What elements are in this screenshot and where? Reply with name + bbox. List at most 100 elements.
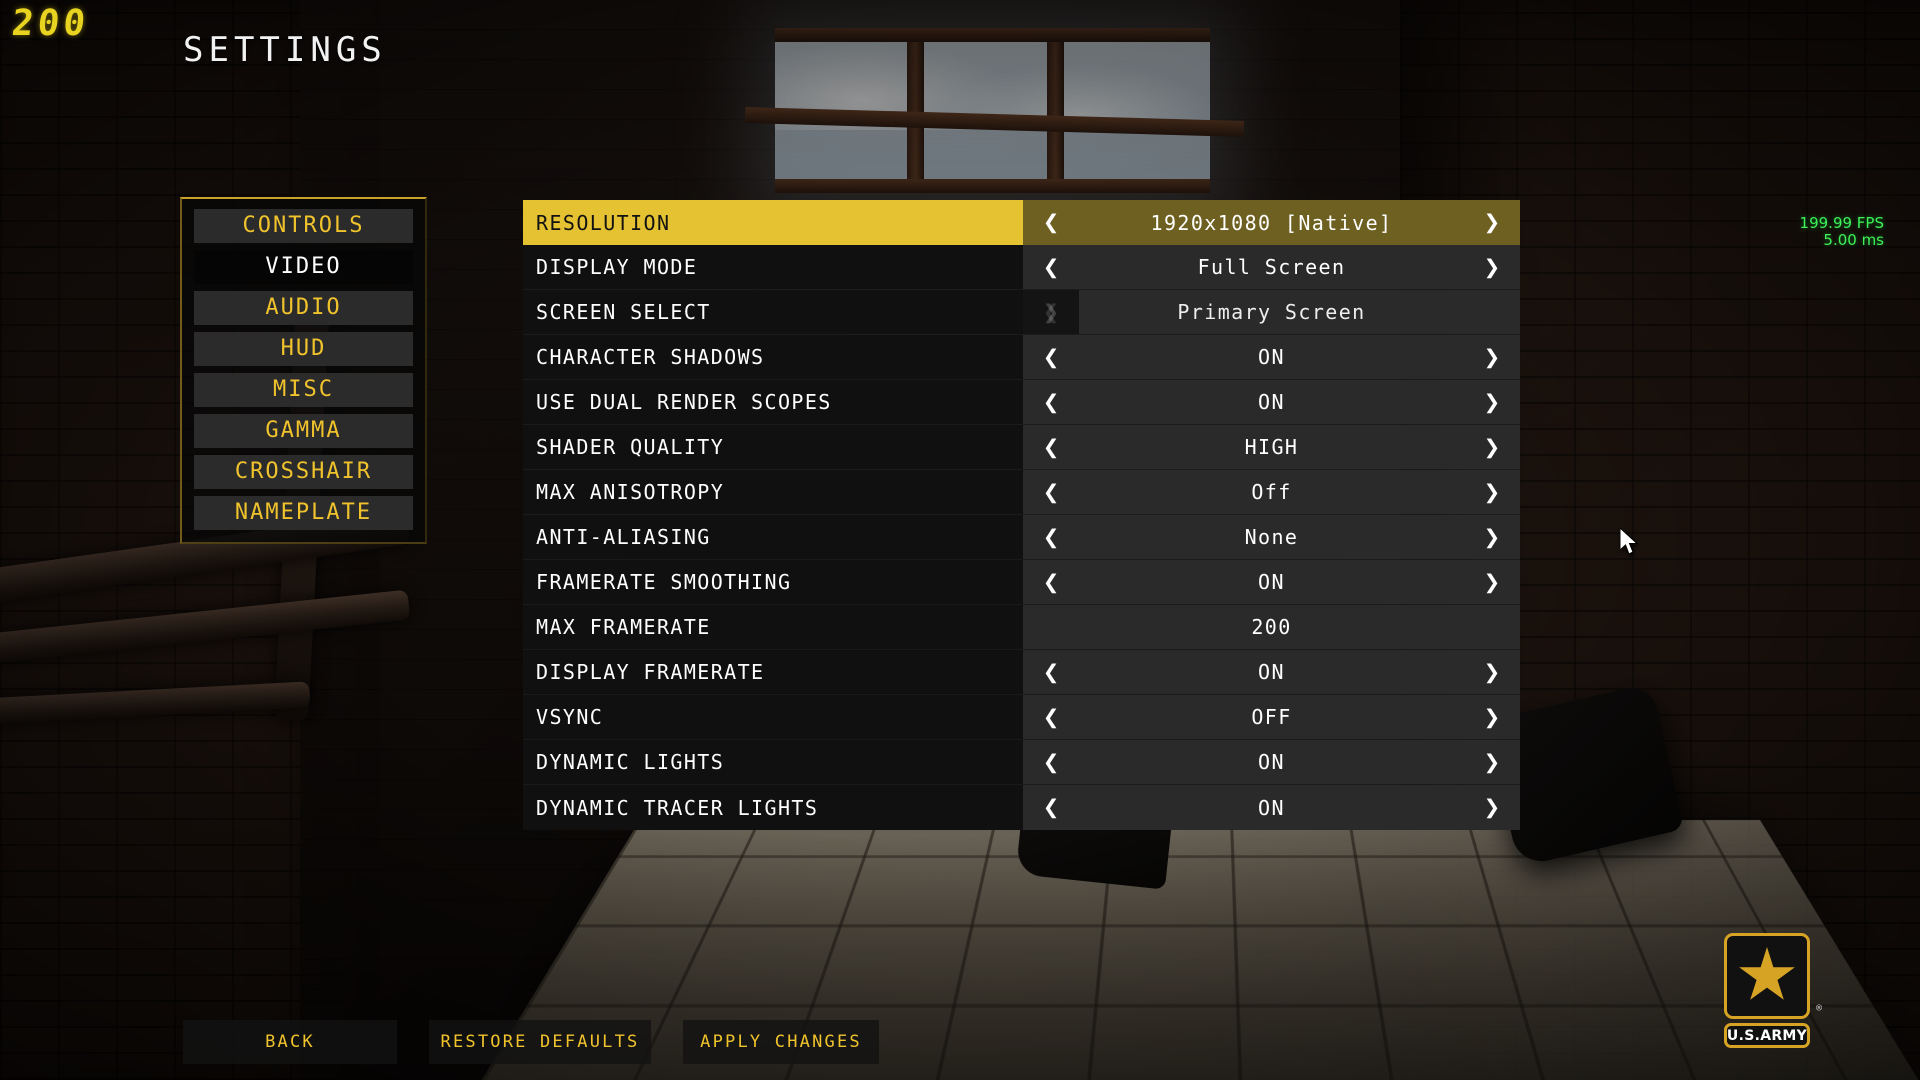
setting-value-dynamic-tracer-lights: ON [1079, 796, 1464, 820]
chevron-left-icon-vsync[interactable]: ❮ [1023, 702, 1079, 733]
chevron-right-icon-character-shadows[interactable]: ❯ [1464, 342, 1520, 373]
setting-value-control-framerate-smoothing: ❮ ON ❯ [1023, 560, 1520, 604]
setting-value-control-resolution: ❮ 1920x1080 [Native] ❯ [1023, 200, 1520, 245]
sidebar-item-gamma[interactable]: GAMMA [194, 414, 413, 448]
chevron-right-icon-vsync[interactable]: ❯ [1464, 702, 1520, 733]
chevron-right-icon-dynamic-tracer-lights[interactable]: ❯ [1464, 792, 1520, 823]
setting-value-control-max-framerate: ❮200❯ [1023, 605, 1520, 649]
chevron-left-icon-dynamic-tracer-lights[interactable]: ❮ [1023, 792, 1079, 823]
setting-value-shader-quality: HIGH [1079, 435, 1464, 459]
setting-value-control-dynamic-tracer-lights: ❮ ON ❯ [1023, 785, 1520, 830]
chevron-right-icon-anti-aliasing[interactable]: ❯ [1464, 522, 1520, 553]
setting-label-use-dual-render-scopes: USE DUAL RENDER SCOPES [523, 380, 1023, 424]
setting-row-display-mode[interactable]: DISPLAY MODE ❮ Full Screen ❯ [523, 245, 1520, 290]
setting-row-framerate-smoothing[interactable]: FRAMERATE SMOOTHING ❮ ON ❯ [523, 560, 1520, 605]
video-settings-list: RESOLUTION ❮ 1920x1080 [Native] ❯ DISPLAY MO… [523, 200, 1520, 830]
setting-value-use-dual-render-scopes: ON [1079, 390, 1464, 414]
setting-row-use-dual-render-scopes[interactable]: USE DUAL RENDER SCOPES ❮ ON ❯ [523, 380, 1520, 425]
setting-label-dynamic-tracer-lights: DYNAMIC TRACER LIGHTS [523, 785, 1023, 830]
chevron-left-icon-shader-quality[interactable]: ❮ [1023, 432, 1079, 463]
setting-row-character-shadows[interactable]: CHARACTER SHADOWS ❮ ON ❯ [523, 335, 1520, 380]
setting-label-framerate-smoothing: FRAMERATE SMOOTHING [523, 560, 1023, 604]
setting-value-control-max-anisotropy: ❮ Off ❯ [1023, 470, 1520, 514]
setting-value-character-shadows: ON [1079, 345, 1464, 369]
setting-value-dynamic-lights: ON [1079, 750, 1464, 774]
chevron-right-icon-max-anisotropy[interactable]: ❯ [1464, 477, 1520, 508]
chevron-right-icon-shader-quality[interactable]: ❯ [1464, 432, 1520, 463]
setting-label-shader-quality: SHADER QUALITY [523, 425, 1023, 469]
sidebar-item-audio[interactable]: AUDIO [194, 291, 413, 325]
chevron-left-icon-character-shadows[interactable]: ❮ [1023, 342, 1079, 373]
window-frame-top [775, 28, 1210, 42]
perf-frametime-value: 5.00 ms [1800, 232, 1884, 249]
chevron-right-icon-display-framerate[interactable]: ❯ [1464, 657, 1520, 688]
setting-row-dynamic-tracer-lights[interactable]: DYNAMIC TRACER LIGHTS ❮ ON ❯ [523, 785, 1520, 830]
setting-row-shader-quality[interactable]: SHADER QUALITY ❮ HIGH ❯ [523, 425, 1520, 470]
chevron-right-icon-framerate-smoothing[interactable]: ❯ [1464, 567, 1520, 598]
chevron-left-icon-display-mode[interactable]: ❮ [1023, 252, 1079, 283]
setting-label-resolution: RESOLUTION [523, 200, 1023, 245]
apply-changes-button[interactable]: APPLY CHANGES [683, 1020, 879, 1064]
scene-window [775, 28, 1210, 193]
restore-defaults-button[interactable]: RESTORE DEFAULTS [429, 1020, 651, 1064]
chevron-left-icon-use-dual-render-scopes[interactable]: ❮ [1023, 387, 1079, 418]
chevron-right-icon-display-mode[interactable]: ❯ [1464, 252, 1520, 283]
sidebar-item-misc[interactable]: MISC [194, 373, 413, 407]
setting-value-vsync: OFF [1079, 705, 1464, 729]
setting-label-anti-aliasing: ANTI-ALIASING [523, 515, 1023, 559]
setting-label-vsync: VSYNC [523, 695, 1023, 739]
hud-framerate-indicator: 200 [10, 3, 91, 44]
setting-value-control-screen-select: ❮ Primary Screen ❯ [1023, 290, 1520, 334]
setting-value-resolution: 1920x1080 [Native] [1079, 211, 1464, 235]
army-wordmark: U.S.ARMY [1724, 1023, 1810, 1048]
setting-row-dynamic-lights[interactable]: DYNAMIC LIGHTS ❮ ON ❯ [523, 740, 1520, 785]
setting-row-display-framerate[interactable]: DISPLAY FRAMERATE ❮ ON ❯ [523, 650, 1520, 695]
setting-value-control-display-framerate: ❮ ON ❯ [1023, 650, 1520, 694]
setting-label-display-framerate: DISPLAY FRAMERATE [523, 650, 1023, 694]
sidebar-item-crosshair[interactable]: CROSSHAIR [194, 455, 413, 489]
setting-row-vsync[interactable]: VSYNC ❮ OFF ❯ [523, 695, 1520, 740]
chevron-right-icon-use-dual-render-scopes[interactable]: ❯ [1464, 387, 1520, 418]
window-frame-bottom [775, 179, 1210, 193]
chevron-left-icon-max-anisotropy[interactable]: ❮ [1023, 477, 1079, 508]
chevron-left-icon-anti-aliasing[interactable]: ❮ [1023, 522, 1079, 553]
chevron-left-icon-display-framerate[interactable]: ❮ [1023, 657, 1079, 688]
setting-value-framerate-smoothing: ON [1079, 570, 1464, 594]
setting-value-display-mode: Full Screen [1079, 255, 1464, 279]
setting-row-max-framerate[interactable]: MAX FRAMERATE❮200❯ [523, 605, 1520, 650]
setting-row-resolution[interactable]: RESOLUTION ❮ 1920x1080 [Native] ❯ [523, 200, 1520, 245]
sidebar-item-nameplate[interactable]: NAMEPLATE [194, 496, 413, 530]
setting-label-display-mode: DISPLAY MODE [523, 245, 1023, 289]
setting-row-anti-aliasing[interactable]: ANTI-ALIASING ❮ None ❯ [523, 515, 1520, 560]
window-mullion-2 [1047, 28, 1064, 193]
star-icon [1738, 947, 1796, 1005]
chevron-left-icon-dynamic-lights[interactable]: ❮ [1023, 747, 1079, 778]
registered-trademark-mark: ® [1816, 1003, 1822, 1014]
chevron-left-icon-resolution[interactable]: ❮ [1023, 207, 1079, 238]
setting-value-control-shader-quality: ❮ HIGH ❯ [1023, 425, 1520, 469]
perf-fps-value: 199.99 FPS [1800, 215, 1884, 232]
setting-row-max-anisotropy[interactable]: MAX ANISOTROPY ❮ Off ❯ [523, 470, 1520, 515]
setting-value-max-anisotropy: Off [1079, 480, 1464, 504]
setting-label-max-framerate: MAX FRAMERATE [523, 605, 1023, 649]
setting-label-screen-select: SCREEN SELECT [523, 290, 1023, 334]
us-army-logo: U.S.ARMY ® [1724, 933, 1810, 1048]
setting-value-control-display-mode: ❮ Full Screen ❯ [1023, 245, 1520, 289]
footer-buttons: BACK RESTORE DEFAULTS APPLY CHANGES [183, 1020, 879, 1064]
chevron-right-icon-dynamic-lights[interactable]: ❯ [1464, 747, 1520, 778]
setting-value-screen-select: Primary Screen [1023, 300, 1520, 324]
chevron-left-icon-framerate-smoothing[interactable]: ❮ [1023, 567, 1079, 598]
chevron-right-icon-resolution[interactable]: ❯ [1464, 207, 1520, 238]
performance-overlay: 199.99 FPS 5.00 ms [1800, 215, 1884, 250]
back-button[interactable]: BACK [183, 1020, 397, 1064]
setting-row-screen-select[interactable]: SCREEN SELECT ❮ Primary Screen ❯ [523, 290, 1520, 335]
sidebar-item-hud[interactable]: HUD [194, 332, 413, 366]
setting-value-control-use-dual-render-scopes: ❮ ON ❯ [1023, 380, 1520, 424]
sidebar-item-controls[interactable]: CONTROLS [194, 209, 413, 243]
setting-value-anti-aliasing: None [1079, 525, 1464, 549]
window-mullion-1 [907, 28, 924, 193]
sidebar-item-video[interactable]: VIDEO [194, 250, 413, 284]
setting-label-max-anisotropy: MAX ANISOTROPY [523, 470, 1023, 514]
settings-category-sidebar: CONTROLS VIDEO AUDIO HUD MISC GAMMA CROSSHAIR N… [180, 197, 427, 544]
page-title: SETTINGS [183, 30, 387, 70]
